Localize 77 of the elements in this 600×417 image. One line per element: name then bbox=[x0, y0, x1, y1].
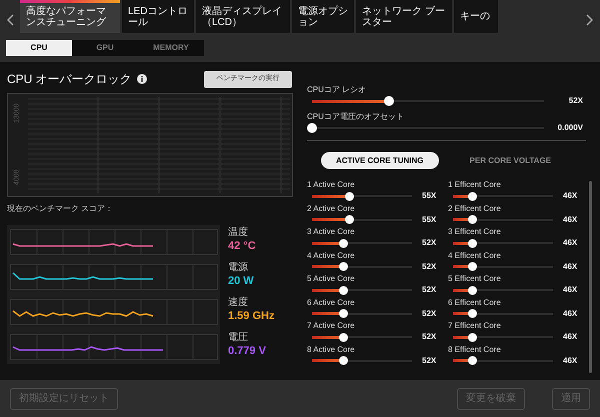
core-label: 5 Active Core bbox=[307, 274, 356, 284]
core-label: 1 Efficent Core bbox=[448, 180, 502, 190]
slider-label: CPUコア電圧のオフセット bbox=[307, 111, 405, 122]
core-label: 1 Active Core bbox=[307, 180, 356, 190]
core-label: 8 Efficent Core bbox=[448, 344, 502, 354]
slider-value: 52X bbox=[422, 260, 436, 272]
slider-thumb[interactable] bbox=[307, 123, 317, 133]
slider-value: 52X bbox=[422, 331, 436, 343]
mode-toggle[interactable]: ACTIVE CORE TUNING bbox=[320, 152, 439, 169]
slider-thumb[interactable] bbox=[345, 215, 354, 224]
slider-value: 46X bbox=[563, 331, 578, 343]
metric-value: 42 °C bbox=[228, 239, 257, 253]
core-label: 6 Efficent Core bbox=[448, 298, 502, 308]
score-label: 現在のベンチマーク スコア： bbox=[7, 203, 114, 215]
metric-label: 温度 bbox=[228, 227, 249, 239]
top-tab[interactable]: 電源オプション bbox=[292, 0, 354, 33]
scrollbar[interactable] bbox=[589, 181, 592, 373]
top-tab[interactable]: LEDコントロール bbox=[122, 0, 194, 33]
core-label: 2 Active Core bbox=[307, 204, 356, 214]
slider-thumb[interactable] bbox=[339, 286, 348, 294]
slider-value: 46X bbox=[563, 190, 578, 202]
slider-value: 55X bbox=[422, 190, 436, 202]
core-label: 5 Efficent Core bbox=[448, 274, 502, 284]
sub-tab[interactable]: MEMORY bbox=[138, 40, 204, 56]
slider-thumb[interactable] bbox=[339, 262, 348, 271]
metric-label: 電源 bbox=[228, 262, 249, 274]
slider-value: 46X bbox=[563, 237, 578, 249]
top-tab[interactable]: 液晶ディスプレイ（LCD） bbox=[196, 0, 290, 33]
slider-thumb[interactable] bbox=[468, 332, 477, 342]
slider-thumb[interactable] bbox=[468, 286, 477, 294]
core-label: 6 Active Core bbox=[307, 298, 356, 308]
metric-value: 0.779 V bbox=[228, 344, 267, 358]
mode-toggle[interactable]: PER CORE VOLTAGE bbox=[454, 152, 566, 169]
slider-thumb[interactable] bbox=[468, 238, 477, 248]
slider-thumb[interactable] bbox=[384, 96, 394, 106]
slider-value: 46X bbox=[563, 214, 578, 226]
slider-value: 52X bbox=[422, 354, 436, 366]
core-label: 4 Active Core bbox=[307, 250, 356, 260]
slider-value: 55X bbox=[422, 214, 436, 226]
sub-tab[interactable]: GPU bbox=[72, 40, 138, 56]
slider-value: 52X bbox=[568, 95, 583, 107]
slider-value: 0.000V bbox=[558, 122, 583, 134]
core-label: 7 Active Core bbox=[307, 321, 356, 331]
sub-tab[interactable]: CPU bbox=[6, 40, 72, 56]
slider-value: 46X bbox=[563, 284, 578, 296]
slider-thumb[interactable] bbox=[468, 192, 477, 200]
metric-value: 20 W bbox=[228, 274, 255, 288]
info-icon[interactable] bbox=[136, 74, 147, 84]
slider-value: 52X bbox=[422, 237, 436, 249]
core-label: 4 Efficent Core bbox=[448, 250, 502, 260]
slider-thumb[interactable] bbox=[468, 309, 477, 318]
slider-thumb[interactable] bbox=[339, 309, 348, 318]
slider-thumb[interactable] bbox=[345, 192, 354, 200]
slider-thumb[interactable] bbox=[468, 262, 477, 271]
slider-thumb[interactable] bbox=[468, 356, 477, 365]
slider-thumb[interactable] bbox=[468, 215, 477, 224]
core-label: 3 Active Core bbox=[307, 227, 356, 237]
slider-value: 46X bbox=[563, 354, 578, 366]
metric-label: 電圧 bbox=[228, 332, 249, 344]
top-tab[interactable]: ネットワーク ブースター bbox=[356, 0, 452, 33]
top-tab[interactable]: 高度なパフォーマンスチューニング bbox=[20, 0, 120, 33]
top-tab[interactable]: キーの bbox=[454, 0, 498, 33]
core-label: 7 Efficent Core bbox=[448, 321, 502, 331]
core-label: 8 Active Core bbox=[307, 344, 356, 354]
section-title: CPU オーバークロック bbox=[7, 71, 132, 88]
core-label: 2 Efficent Core bbox=[448, 204, 502, 214]
slider-thumb[interactable] bbox=[339, 356, 348, 365]
metric-label: 速度 bbox=[228, 297, 249, 309]
slider-label: CPUコア レシオ bbox=[307, 84, 368, 95]
slider-value: 52X bbox=[422, 308, 436, 320]
core-label: 3 Efficent Core bbox=[448, 227, 502, 237]
slider-value: 52X bbox=[422, 284, 436, 296]
slider-value: 46X bbox=[563, 308, 578, 320]
slider-thumb[interactable] bbox=[339, 238, 348, 248]
slider-thumb[interactable] bbox=[339, 332, 348, 342]
slider-value: 46X bbox=[563, 260, 578, 272]
metric-value: 1.59 GHz bbox=[228, 309, 274, 323]
